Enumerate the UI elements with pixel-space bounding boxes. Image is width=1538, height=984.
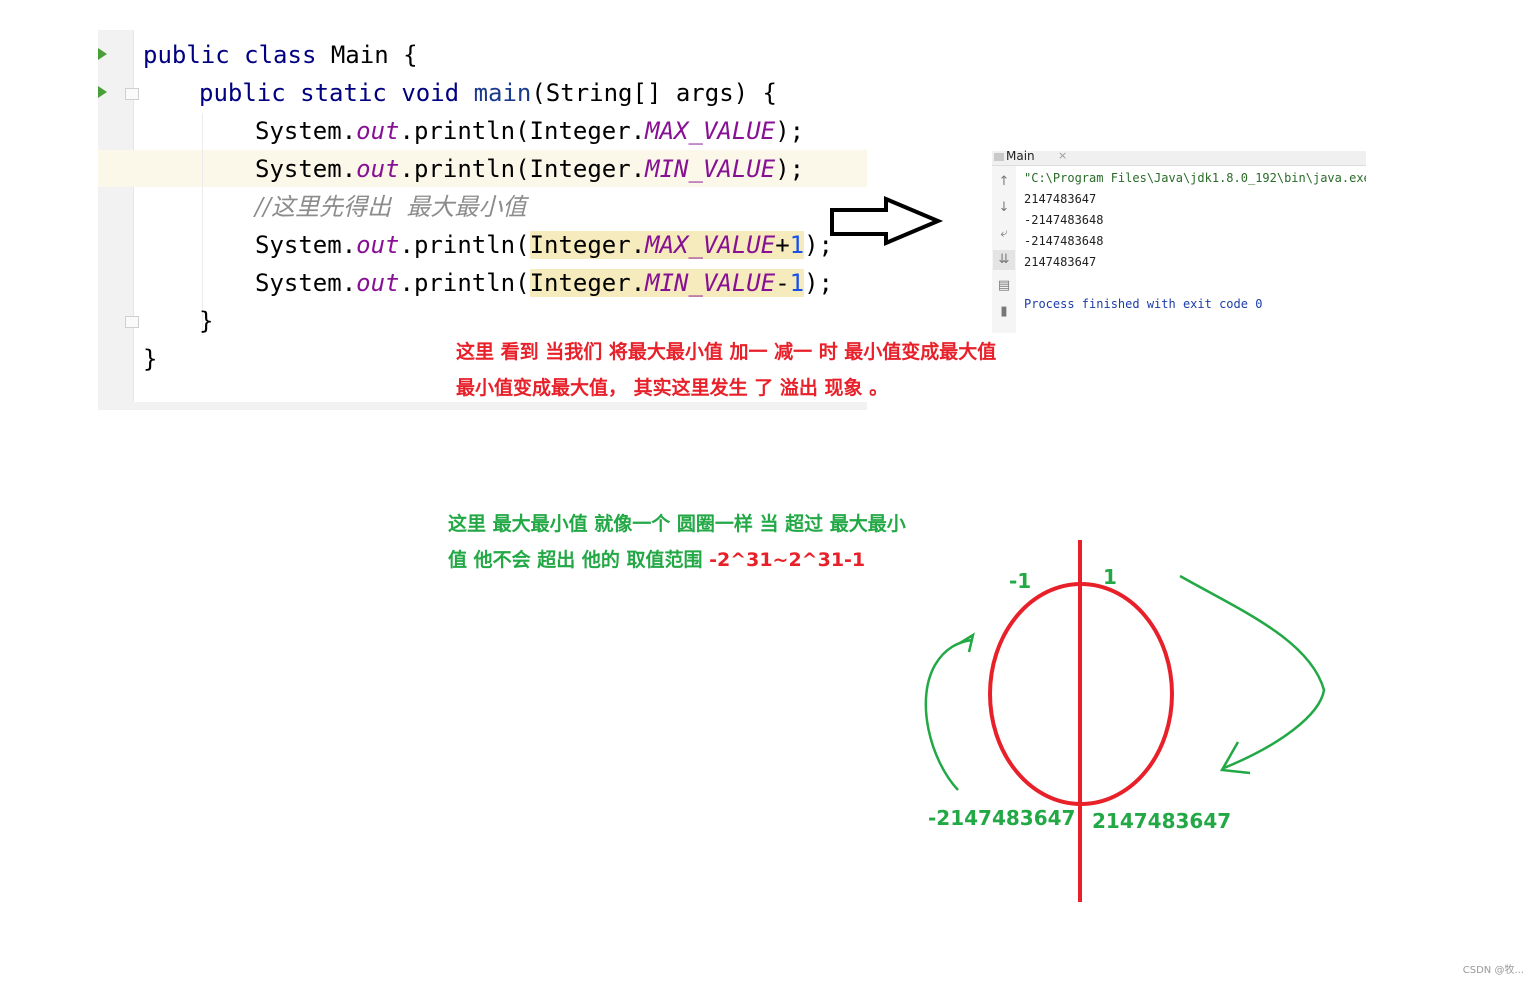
clockwise-arrow-left — [924, 638, 973, 791]
clockwise-arrow-right — [1179, 574, 1326, 770]
label-plus-one: 1 — [1103, 565, 1117, 589]
label-minus-one: -1 — [1009, 569, 1032, 593]
watermark: CSDN @牧... — [1462, 965, 1524, 976]
annotation-drawing — [830, 195, 1326, 902]
annotation-green-line-2: 值 他不会 超出 他的 取值范围 -2^31~2^31-1 — [448, 545, 865, 572]
annotation-green-line-1: 这里 最大最小值 就像一个 圆圈一样 当 超过 最大最小 — [448, 513, 906, 535]
annotation-range: -2^31~2^31-1 — [709, 549, 866, 571]
right-arrow-icon — [830, 195, 944, 247]
annotation-green-text: 值 他不会 超出 他的 取值范围 — [448, 549, 710, 571]
label-max-value: 2147483647 — [1092, 809, 1232, 833]
label-min-value: -2147483647 — [928, 806, 1076, 830]
